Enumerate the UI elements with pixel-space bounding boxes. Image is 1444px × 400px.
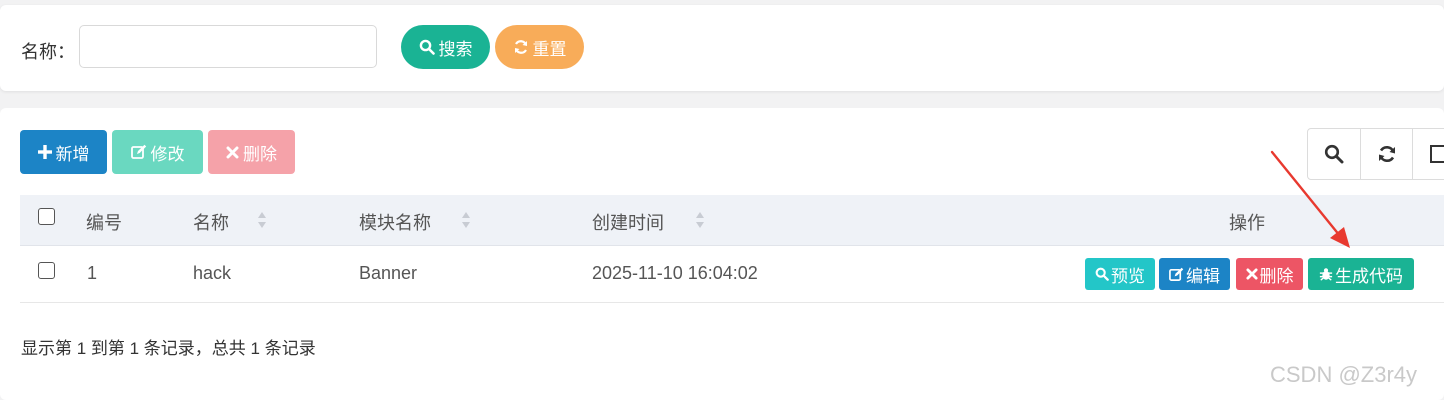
add-button[interactable]: 新增 bbox=[20, 130, 107, 174]
select-all-checkbox[interactable] bbox=[38, 208, 55, 225]
row-checkbox[interactable] bbox=[38, 262, 55, 279]
search-icon bbox=[1095, 267, 1109, 281]
row-edit-button-label: 编辑 bbox=[1186, 266, 1220, 286]
sort-icon[interactable] bbox=[695, 208, 705, 232]
name-search-input[interactable] bbox=[79, 25, 377, 68]
column-header-created[interactable]: 创建时间 bbox=[592, 209, 664, 235]
cell-module: Banner bbox=[359, 263, 418, 283]
edit-button[interactable]: 修改 bbox=[112, 130, 203, 174]
generate-code-button-label: 生成代码 bbox=[1335, 266, 1403, 286]
name-label: 名称： bbox=[21, 42, 75, 62]
delete-button[interactable]: 删除 bbox=[208, 130, 295, 174]
generate-code-button[interactable]: 生成代码 bbox=[1308, 258, 1414, 290]
column-header-module[interactable]: 模块名称 bbox=[359, 209, 431, 235]
column-header-id: 编号 bbox=[86, 213, 122, 233]
table-panel: 新增 修改 删除 编号 名称 模块名称 创建时间 操作 1 hack Banne… bbox=[0, 108, 1444, 400]
search-panel: 名称： 搜索 重置 bbox=[0, 5, 1444, 91]
refresh-icon bbox=[513, 39, 529, 55]
row-delete-button[interactable]: 删除 bbox=[1236, 258, 1303, 290]
preview-button-label: 预览 bbox=[1111, 266, 1145, 286]
search-button-label: 搜索 bbox=[438, 39, 473, 59]
cell-id: 1 bbox=[87, 263, 98, 283]
annotation-arrow-icon bbox=[1270, 150, 1350, 248]
plus-icon bbox=[37, 145, 52, 159]
search-icon bbox=[419, 39, 435, 55]
edit-icon bbox=[1169, 267, 1184, 282]
pagination-info: 显示第 1 到第 1 条记录，总共 1 条记录 bbox=[21, 339, 316, 358]
reset-button[interactable]: 重置 bbox=[495, 25, 584, 69]
row-edit-button[interactable]: 编辑 bbox=[1159, 258, 1230, 290]
add-button-label: 新增 bbox=[55, 144, 90, 164]
remove-icon bbox=[226, 146, 239, 159]
preview-button[interactable]: 预览 bbox=[1085, 258, 1155, 290]
edit-icon bbox=[130, 144, 147, 160]
cell-created: 2025-11-10 16:04:02 bbox=[592, 263, 758, 283]
column-header-name[interactable]: 名称 bbox=[193, 209, 229, 235]
refresh-icon bbox=[1377, 144, 1397, 164]
table-header: 编号 名称 模块名称 创建时间 操作 bbox=[20, 195, 1444, 246]
cell-name: hack bbox=[193, 263, 232, 283]
sort-icon[interactable] bbox=[257, 208, 267, 232]
watermark: CSDN @Z3r4y bbox=[1270, 362, 1418, 387]
search-button[interactable]: 搜索 bbox=[401, 25, 490, 69]
table-row: 1 hack Banner 2025-11-10 16:04:02 预览 编辑 … bbox=[20, 246, 1444, 303]
edit-button-label: 修改 bbox=[150, 144, 185, 164]
table-columns-button[interactable] bbox=[1413, 129, 1444, 179]
row-delete-button-label: 删除 bbox=[1259, 266, 1294, 286]
table-refresh-button[interactable] bbox=[1361, 129, 1414, 179]
delete-button-label: 删除 bbox=[243, 144, 277, 164]
columns-icon bbox=[1429, 144, 1444, 164]
remove-icon bbox=[1245, 268, 1258, 280]
bug-icon bbox=[1319, 267, 1333, 281]
sort-icon[interactable] bbox=[461, 208, 471, 232]
reset-button-label: 重置 bbox=[532, 39, 567, 59]
